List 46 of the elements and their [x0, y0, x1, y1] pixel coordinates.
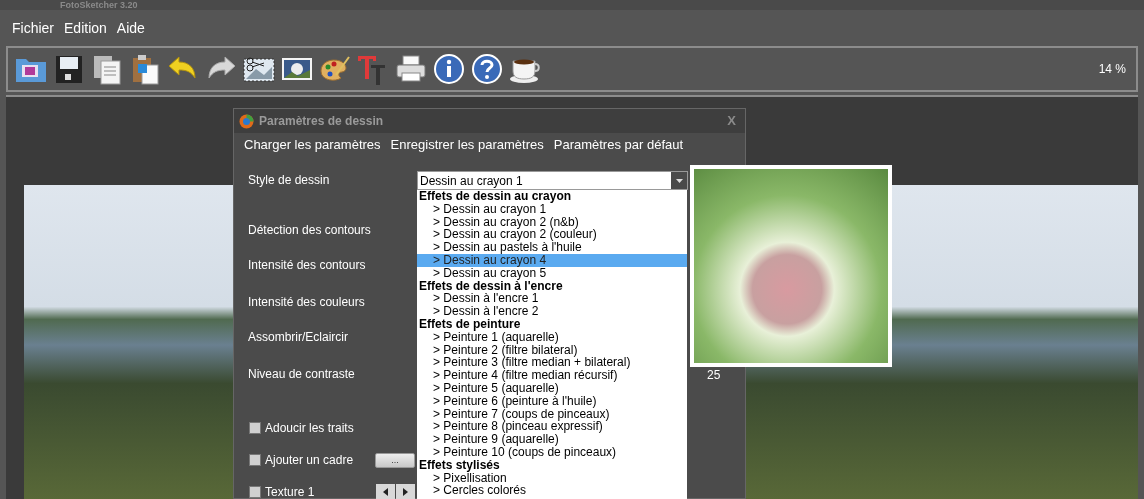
dropdown-option[interactable]: > Peinture 2 (filtre bilateral)	[417, 343, 687, 357]
browse-button[interactable]: ...	[375, 452, 415, 468]
group-heading: Effets de dessin à l'encre	[418, 279, 564, 293]
dropdown-option[interactable]: > Dessin au crayon 4	[417, 254, 687, 267]
menu-item[interactable]: Charger les paramètres	[244, 135, 381, 155]
checkbox-label: Texture 1	[265, 484, 315, 499]
dropdown-option[interactable]: > Peinture 5 (aquarelle)	[417, 381, 687, 395]
dropdown-option[interactable]: > Dessin à l'encre 1	[417, 292, 687, 306]
zoom-level: 14 %	[1098, 61, 1126, 78]
setting-label: Intensité des contours	[248, 257, 366, 274]
dropdown-option[interactable]: > Pixellisation	[417, 471, 687, 485]
dialog-title: Paramètres de dessin	[259, 113, 384, 130]
dropdown-option[interactable]: > Peinture 9 (aquarelle)	[417, 433, 687, 446]
dropdown-option[interactable]: > Cercles colorés	[417, 484, 687, 498]
dropdown-option[interactable]: > Dessin au crayon 2 (couleur)	[417, 228, 687, 242]
dropdown-option[interactable]: > Peinture 4 (filtre median récursif)	[417, 369, 687, 382]
preview-value: 25	[707, 367, 721, 384]
setting-label: Assombrir/Eclaircir	[248, 329, 348, 346]
dropdown-option[interactable]: > Dessin au pastels à l'huile	[417, 241, 687, 254]
checkbox-label: Ajouter un cadre	[265, 452, 354, 469]
group-heading: Effets stylisés	[418, 458, 500, 472]
menu-item[interactable]: Edition	[64, 17, 107, 39]
dropdown-option[interactable]: > Peinture 3 (filtre median + bilateral)	[417, 356, 687, 370]
dropdown-option[interactable]: > Dessin à l'encre 2	[417, 305, 687, 318]
style-combobox[interactable]: Dessin au crayon 1	[417, 171, 688, 190]
window-title: FotoSketcher 3.20	[60, 0, 138, 10]
checkbox-label: Adoucir les traits	[265, 420, 354, 437]
dropdown-option[interactable]: > Dessin au crayon 1	[417, 202, 687, 216]
setting-label: Détection des contours	[248, 222, 371, 239]
dropdown-option[interactable]: > Peinture 1 (aquarelle)	[417, 330, 687, 344]
menu-item[interactable]: Fichier	[12, 17, 54, 39]
menu-item[interactable]: Enregistrer les paramètres	[390, 135, 544, 155]
setting-label: Intensité des couleurs	[248, 294, 365, 311]
dropdown-option[interactable]: > Peinture 6 (peinture à l'huile)	[417, 394, 687, 408]
dropdown-option[interactable]: > Dessin au crayon 5	[417, 266, 687, 280]
combobox-value: Dessin au crayon 1	[419, 172, 524, 190]
dropdown-option[interactable]: > Dessin au crayon 2 (n&b)	[417, 215, 687, 229]
menu-item[interactable]: Aide	[116, 17, 145, 39]
dropdown-option[interactable]: > Peinture 10 (coups de pinceaux)	[417, 445, 687, 459]
menu-item[interactable]: Paramètres par défaut	[553, 135, 684, 155]
dropdown-option[interactable]: > Peinture 8 (pinceau expressif)	[417, 420, 687, 434]
dropdown-option[interactable]: > Peinture 7 (coups de pinceaux)	[417, 407, 687, 421]
group-heading: Effets de peinture	[418, 317, 522, 331]
setting-label: Style de dessin	[248, 172, 330, 189]
group-heading: Effets de dessin au crayon	[418, 190, 573, 203]
setting-label: Niveau de contraste	[248, 366, 355, 383]
